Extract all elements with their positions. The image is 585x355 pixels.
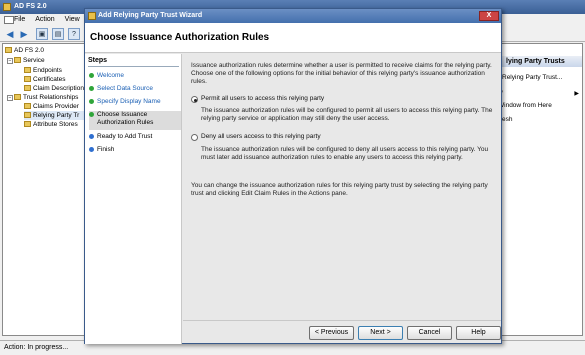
- step-complete-icon: [89, 99, 94, 104]
- forward-arrow-icon[interactable]: ▶: [18, 28, 30, 40]
- step-specify-display-name[interactable]: Specify Display Name: [89, 98, 181, 106]
- next-button[interactable]: Next >: [358, 326, 403, 340]
- step-select-data-source[interactable]: Select Data Source: [89, 85, 181, 93]
- action-add-relying-party-trust[interactable]: Relying Party Trust...: [502, 74, 562, 81]
- intro-text: Issuance authorization rules determine w…: [191, 62, 492, 85]
- properties-icon[interactable]: ▤: [52, 28, 64, 40]
- tree-node-certificates[interactable]: Certificates: [24, 75, 66, 84]
- tree-node-relying-party-trusts[interactable]: Relying Party Tr: [24, 111, 85, 120]
- folder-icon: [24, 121, 31, 127]
- step-pending-icon: [89, 134, 94, 139]
- step-current-icon: [89, 112, 94, 117]
- help-button[interactable]: Help: [456, 326, 501, 340]
- close-button[interactable]: X: [479, 11, 499, 21]
- menu-view[interactable]: View: [61, 14, 84, 23]
- step-welcome[interactable]: Welcome: [89, 72, 181, 80]
- menu-action[interactable]: Action: [31, 14, 58, 23]
- back-arrow-icon[interactable]: ◀: [4, 28, 16, 40]
- folder-icon: [14, 94, 21, 100]
- steps-title: Steps: [88, 57, 179, 67]
- wizard-content: Issuance authorization rules determine w…: [183, 54, 501, 320]
- tree-node-claim-descriptions[interactable]: Claim Description: [24, 84, 84, 93]
- step-finish: Finish: [89, 146, 181, 154]
- radio-selected-icon[interactable]: [191, 96, 198, 103]
- step-choose-issuance-authorization-rules[interactable]: Choose Issuance Authorization Rules: [89, 111, 181, 130]
- console-tree: AD FS 2.0 − Service Endpoints Certificate…: [2, 43, 86, 336]
- actions-pane: lying Party Trusts Relying Party Trust..…: [497, 43, 583, 336]
- tree-node-trust-relationships[interactable]: − Trust Relationships: [7, 93, 78, 102]
- step-pending-icon: [89, 147, 94, 152]
- steps-panel: Steps Welcome Select Data Source Specify…: [85, 54, 182, 344]
- permit-all-users-radio[interactable]: Permit all users to access this relying …: [191, 95, 491, 103]
- tree-node-endpoints[interactable]: Endpoints: [24, 66, 62, 75]
- actions-header: lying Party Trusts: [498, 56, 582, 67]
- step-ready-to-add-trust: Ready to Add Trust: [89, 133, 181, 141]
- folder-icon: [24, 67, 31, 73]
- deny-all-users-radio[interactable]: Deny all users access to this relying pa…: [191, 133, 491, 141]
- tree-node-attribute-stores[interactable]: Attribute Stores: [24, 120, 78, 129]
- footnote-text: You can change the issuance authorizatio…: [191, 182, 488, 197]
- radio-unselected-icon[interactable]: [191, 134, 198, 141]
- cancel-button[interactable]: Cancel: [407, 326, 452, 340]
- permit-description: The issuance authorization rules will be…: [201, 107, 493, 122]
- collapse-icon[interactable]: −: [7, 95, 13, 101]
- folder-icon: [24, 85, 31, 91]
- previous-button[interactable]: < Previous: [309, 326, 354, 340]
- adfs-app-icon: [3, 3, 11, 11]
- collapse-icon[interactable]: −: [7, 58, 13, 64]
- wizard-footer: < Previous Next > Cancel Help: [183, 320, 501, 344]
- folder-icon: [24, 103, 31, 109]
- action-new-window[interactable]: Window from Here: [498, 102, 552, 109]
- folder-icon: [5, 47, 12, 53]
- help-icon[interactable]: ?: [68, 28, 80, 40]
- wizard-title: Add Relying Party Trust Wizard: [98, 12, 203, 19]
- tree-node-service[interactable]: − Service: [7, 56, 45, 65]
- show-hide-tree-icon[interactable]: ▣: [36, 28, 48, 40]
- folder-icon: [14, 57, 21, 63]
- folder-icon: [24, 76, 31, 82]
- tree-node-adfs[interactable]: AD FS 2.0: [5, 46, 44, 55]
- console-title: AD FS 2.0: [14, 3, 47, 10]
- step-complete-icon: [89, 73, 94, 78]
- console-menu-icon[interactable]: [4, 16, 14, 24]
- wizard-header: Choose Issuance Authorization Rules: [85, 23, 501, 53]
- page-title: Choose Issuance Authorization Rules: [90, 32, 270, 43]
- folder-icon: [24, 112, 31, 118]
- step-complete-icon: [89, 86, 94, 91]
- tree-node-claims-provider[interactable]: Claims Provider: [24, 102, 79, 111]
- wizard-title-bar: Add Relying Party Trust Wizard X: [85, 9, 501, 23]
- wizard-app-icon: [88, 12, 96, 20]
- add-relying-party-trust-wizard: Add Relying Party Trust Wizard X Choose …: [84, 8, 502, 344]
- deny-description: The issuance authorization rules will be…: [201, 146, 489, 161]
- submenu-arrow-icon: ▶: [574, 91, 579, 97]
